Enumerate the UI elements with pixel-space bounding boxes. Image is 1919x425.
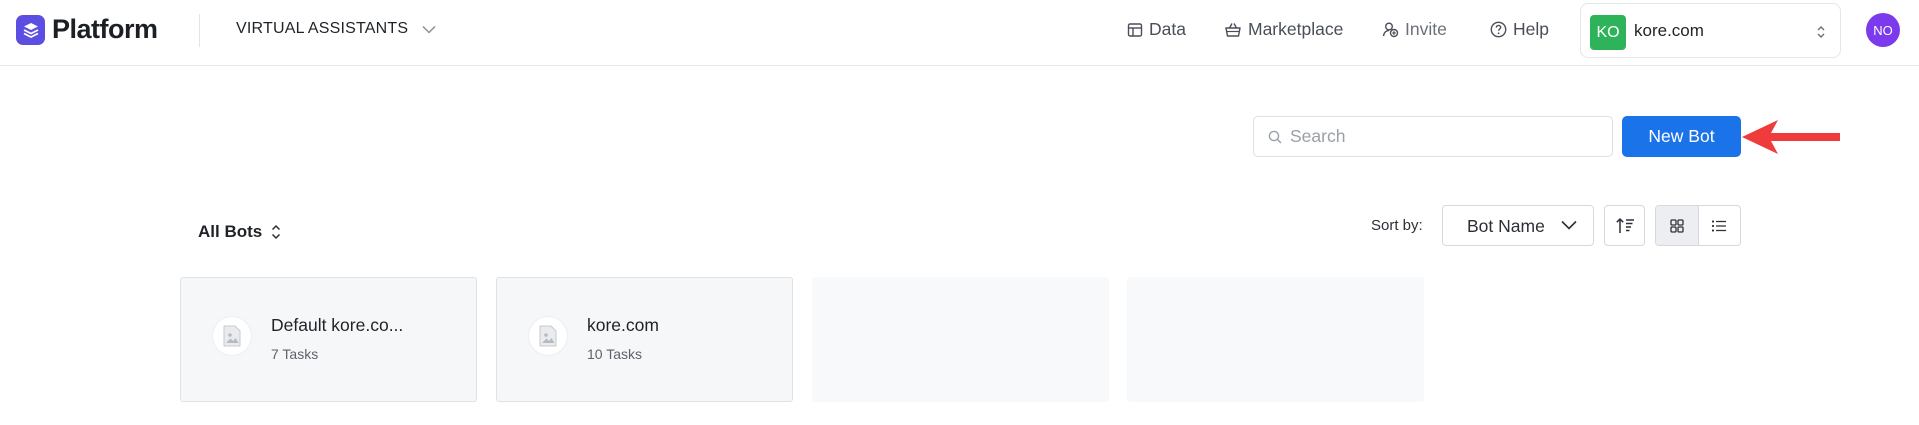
grid-icon	[1670, 218, 1684, 233]
basket-icon	[1225, 22, 1241, 37]
nav-marketplace-label: Marketplace	[1248, 19, 1344, 39]
bot-filter-dropdown[interactable]: All Bots	[198, 222, 281, 242]
invite-icon	[1382, 22, 1399, 38]
sort-ascending-icon	[1615, 217, 1634, 233]
bot-name: Default kore.co...	[271, 315, 404, 335]
account-switcher[interactable]: KO kore.com	[1580, 3, 1841, 58]
table-icon	[1127, 22, 1143, 37]
nav-invite-label: Invite	[1405, 19, 1447, 39]
app-switcher[interactable]: VIRTUAL ASSISTANTS	[236, 20, 436, 38]
nav-data[interactable]: Data	[1127, 19, 1186, 40]
image-placeholder-icon	[528, 316, 568, 356]
user-avatar[interactable]: NO	[1866, 13, 1900, 47]
bot-task-count: 7 Tasks	[271, 346, 319, 362]
nav-marketplace[interactable]: Marketplace	[1224, 19, 1343, 40]
bot-card[interactable]: kore.com 10 Tasks	[496, 277, 793, 402]
nav-help[interactable]: Help	[1490, 19, 1549, 40]
platform-logo[interactable]: Platform	[16, 14, 158, 45]
account-badge: KO	[1590, 15, 1626, 50]
account-name: kore.com	[1634, 21, 1704, 40]
search-icon	[1268, 130, 1282, 144]
annotation-arrow	[1742, 120, 1840, 154]
help-icon	[1490, 21, 1507, 38]
list-icon	[1712, 219, 1727, 232]
top-header: Platform VIRTUAL ASSISTANTS Data Marketp…	[0, 0, 1919, 66]
chevron-down-icon	[422, 25, 436, 34]
image-placeholder-icon	[212, 316, 252, 356]
bot-name: kore.com	[587, 315, 659, 335]
bot-task-count: 10 Tasks	[587, 346, 642, 362]
brand-name: Platform	[52, 14, 158, 44]
up-down-chevron-icon	[1817, 26, 1825, 38]
view-mode-toggle	[1655, 205, 1741, 246]
empty-card-slot	[812, 277, 1109, 402]
bot-filter-label: All Bots	[198, 222, 263, 241]
header-divider	[199, 14, 200, 47]
search-box[interactable]	[1253, 116, 1613, 157]
sort-order-button[interactable]	[1604, 205, 1645, 246]
empty-card-slot	[1127, 277, 1424, 402]
sort-field-value: Bot Name	[1467, 216, 1545, 236]
bot-card[interactable]: Default kore.co... 7 Tasks	[180, 277, 477, 402]
app-switcher-label: VIRTUAL ASSISTANTS	[236, 20, 409, 37]
grid-view-button[interactable]	[1656, 206, 1699, 245]
nav-data-label: Data	[1149, 19, 1186, 39]
layers-icon	[16, 14, 45, 45]
nav-help-label: Help	[1513, 19, 1549, 39]
new-bot-button[interactable]: New Bot	[1622, 116, 1741, 157]
up-down-chevron-icon	[272, 224, 281, 240]
sort-field-select[interactable]: Bot Name	[1442, 205, 1594, 246]
search-input[interactable]	[1290, 117, 1600, 156]
sort-by-label: Sort by:	[1371, 217, 1423, 234]
chevron-down-icon	[1561, 220, 1577, 230]
list-view-button[interactable]	[1699, 206, 1741, 245]
nav-invite[interactable]: Invite	[1382, 19, 1447, 40]
